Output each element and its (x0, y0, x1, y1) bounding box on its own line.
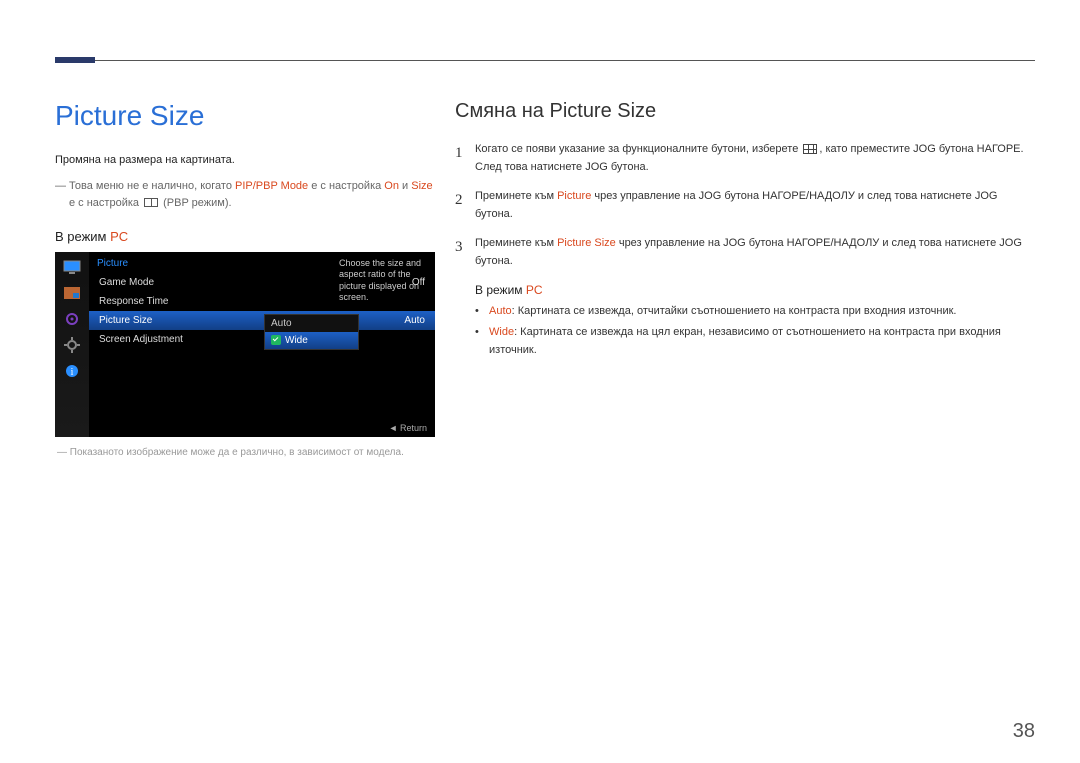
svg-text:i: i (71, 367, 74, 378)
pbp-icon (144, 198, 158, 207)
osd-help-text: Choose the size and aspect ratio of the … (339, 258, 429, 303)
target-icon (61, 310, 83, 328)
section-title: Смяна на Picture Size (455, 100, 1030, 123)
step-2: 2 Преминете към Picture чрез управление … (455, 188, 1030, 223)
osd-option-wide: Wide (265, 332, 358, 349)
availability-note: ― Това меню не е налично, когато PIP/PBP… (55, 178, 435, 211)
step-number: 1 (455, 141, 475, 176)
osd-main: Picture Game Mode Off Response Time Pict… (89, 252, 435, 437)
header-rule (55, 60, 1035, 61)
list-item: • Auto: Картината се извежда, отчитайки … (475, 303, 1030, 321)
left-column: Picture Size Промяна на размера на карти… (55, 100, 435, 458)
mode-heading-right: В режим PC (475, 283, 1030, 297)
step-number: 3 (455, 235, 475, 270)
page-title: Picture Size (55, 100, 435, 132)
osd-submenu: Auto Wide (264, 314, 359, 350)
osd-option-auto: Auto (265, 315, 358, 332)
step-number: 2 (455, 188, 475, 223)
options-list: • Auto: Картината се извежда, отчитайки … (475, 303, 1030, 360)
check-icon (271, 335, 281, 345)
osd-row-screen-adjustment: Screen Adjustment (89, 330, 435, 349)
mode-heading-left: В режим PC (55, 229, 435, 244)
osd-screenshot: i Picture Game Mode Off Response Time Pi… (55, 252, 435, 437)
description: Промяна на размера на картината. (55, 154, 435, 166)
monitor-icon (61, 258, 83, 276)
osd-disclaimer: ― Показаното изображение може да е разли… (55, 447, 435, 458)
page-number: 38 (1013, 720, 1035, 743)
pip-icon (61, 284, 83, 302)
list-item: • Wide: Картината се извежда на цял екра… (475, 324, 1030, 359)
info-icon: i (61, 362, 83, 380)
step-3: 3 Преминете към Picture Size чрез управл… (455, 235, 1030, 270)
step-1: 1 Когато се появи указание за функционал… (455, 141, 1030, 176)
osd-return-label: ◄ Return (389, 423, 427, 433)
gear-icon (61, 336, 83, 354)
osd-row-picture-size: Picture Size Auto (89, 311, 435, 330)
menu-grid-icon (803, 144, 817, 154)
osd-sidebar: i (55, 252, 89, 437)
header-accent (55, 57, 95, 63)
right-column: Смяна на Picture Size 1 Когато се появи … (455, 100, 1030, 363)
